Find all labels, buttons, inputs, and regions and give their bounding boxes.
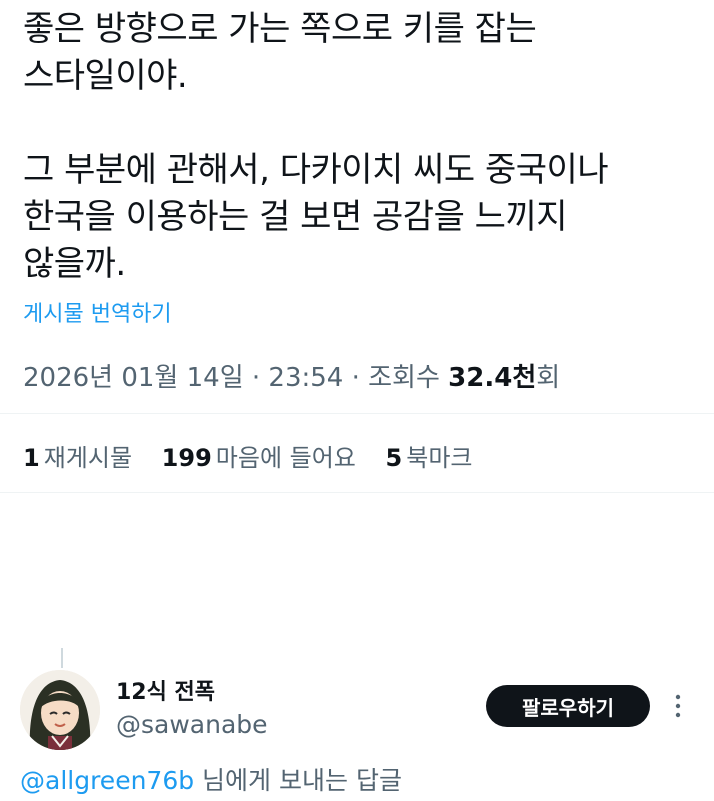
reposts-stat[interactable]: 1 재게시물 xyxy=(23,444,132,472)
follow-button[interactable]: 팔로우하기 xyxy=(486,685,650,727)
post-text-line: 스타일이야. xyxy=(23,56,188,96)
avatar[interactable] xyxy=(20,670,100,750)
bookmarks-stat[interactable]: 5 북마크 xyxy=(386,444,473,472)
likes-label: 마음에 들어요 xyxy=(215,444,356,472)
post-metadata: 2026년 01월 14일 · 23:54 · 조회수 32.4천회 xyxy=(23,357,560,394)
post-text-line: 않을까. xyxy=(23,244,126,284)
bookmarks-label: 북마크 xyxy=(406,444,473,472)
reply-display-name[interactable]: 12식 전폭 xyxy=(116,674,215,706)
thread-connector-line xyxy=(61,648,63,668)
reply-post: 12식 전폭 @sawanabe 팔로우하기 @allgreen76b 님에게 … xyxy=(0,498,714,801)
reply-handle[interactable]: @sawanabe xyxy=(116,710,268,739)
reposts-label: 재게시물 xyxy=(43,444,133,472)
reposts-count: 1 xyxy=(23,444,40,472)
replying-to: @allgreen76b 님에게 보내는 답글 xyxy=(20,761,402,797)
post-timestamp[interactable]: 2026년 01월 14일 · 23:54 · 조회수 xyxy=(23,363,440,393)
view-count-suffix: 회 xyxy=(536,363,561,393)
post-text-line: 좋은 방향으로 가는 쪽으로 키를 잡는 xyxy=(23,9,537,49)
more-options-icon[interactable] xyxy=(670,690,686,722)
post-text-line: 그 부분에 관해서, 다카이치 씨도 중국이나 xyxy=(23,150,609,190)
reply-to-suffix: 님에게 보내는 답글 xyxy=(194,766,402,795)
engagement-stats: 1 재게시물 199 마음에 들어요 5 북마크 xyxy=(23,438,494,473)
likes-stat[interactable]: 199 마음에 들어요 xyxy=(162,444,356,472)
likes-count: 199 xyxy=(161,444,212,472)
translate-post-link[interactable]: 게시물 번역하기 xyxy=(23,296,172,328)
post-text: 좋은 방향으로 가는 쪽으로 키를 잡는 스타일이야. 그 부분에 관해서, 다… xyxy=(23,6,693,288)
view-count: 32.4천 xyxy=(448,363,537,393)
post-text-line: 한국을 이용하는 걸 보면 공감을 느끼지 xyxy=(23,197,568,237)
divider xyxy=(0,492,714,493)
reply-to-mention-link[interactable]: @allgreen76b xyxy=(20,766,194,795)
divider xyxy=(0,413,714,414)
avatar-image xyxy=(20,670,100,750)
bookmarks-count: 5 xyxy=(385,444,403,472)
